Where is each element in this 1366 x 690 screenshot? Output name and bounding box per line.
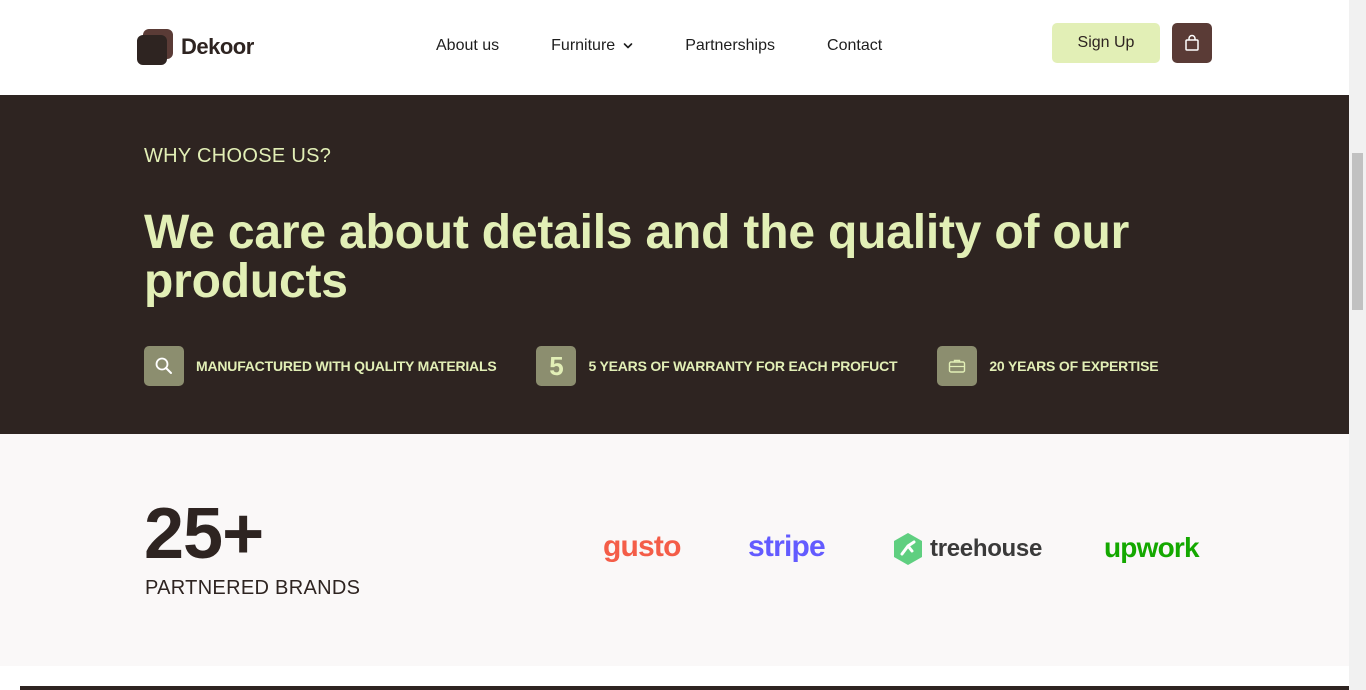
nav-about-us[interactable]: About us bbox=[436, 37, 499, 55]
feature-label: 20 YEARS OF EXPERTISE bbox=[989, 358, 1159, 374]
scrollbar-track[interactable] bbox=[1349, 0, 1366, 690]
gusto-logo: gusto bbox=[603, 530, 681, 563]
nav-furniture-label: Furniture bbox=[551, 37, 616, 54]
five-badge-icon: 5 bbox=[536, 346, 577, 386]
nav-contact-label: Contact bbox=[827, 37, 883, 54]
main-nav: About us Furniture Partnerships Contact bbox=[436, 37, 882, 55]
search-icon bbox=[144, 346, 184, 386]
briefcase-icon bbox=[937, 346, 978, 386]
treehouse-wordmark: treehouse bbox=[930, 535, 1043, 562]
partner-count-label: PARTNERED BRANDS bbox=[145, 577, 361, 599]
upwork-logo: upwork bbox=[1104, 532, 1200, 563]
partners-section: 25+ PARTNERED BRANDS gusto stripe treeho… bbox=[0, 434, 1349, 666]
partner-count: 25+ bbox=[144, 494, 264, 574]
stripe-logo: stripe bbox=[748, 530, 826, 563]
section-headline: We care about details and the quality of… bbox=[144, 206, 1130, 308]
nav-about-us-label: About us bbox=[436, 37, 500, 54]
nav-partnerships-label: Partnerships bbox=[685, 37, 776, 54]
why-choose-us-section: WHY CHOOSE US? We care about details and… bbox=[0, 95, 1349, 434]
feature-list: MANUFACTURED WITH QUALITY MATERIALS 5 5 … bbox=[144, 346, 1159, 386]
nav-furniture[interactable]: Furniture bbox=[551, 37, 633, 55]
cart-button[interactable] bbox=[1172, 23, 1212, 63]
next-section-border bbox=[20, 686, 1349, 690]
nav-partnerships[interactable]: Partnerships bbox=[685, 37, 775, 55]
feature-item: MANUFACTURED WITH QUALITY MATERIALS bbox=[144, 346, 497, 386]
site-header: Dekoor About us Furniture Partnerships C… bbox=[0, 0, 1349, 95]
shopping-bag-icon bbox=[1185, 34, 1199, 51]
scrollbar-thumb[interactable] bbox=[1352, 153, 1363, 310]
feature-item: 5 5 YEARS OF WARRANTY FOR EACH PROFUCT bbox=[536, 346, 898, 386]
treehouse-icon bbox=[894, 533, 922, 565]
logo[interactable]: Dekoor bbox=[137, 29, 254, 65]
nav-contact[interactable]: Contact bbox=[827, 37, 882, 55]
treehouse-logo: treehouse bbox=[892, 532, 1042, 566]
chevron-down-icon bbox=[623, 43, 633, 49]
feature-item: 20 YEARS OF EXPERTISE bbox=[937, 346, 1159, 386]
signup-button[interactable]: Sign Up bbox=[1052, 23, 1160, 63]
logo-text: Dekoor bbox=[181, 34, 254, 59]
logo-icon bbox=[137, 29, 173, 65]
feature-label: 5 YEARS OF WARRANTY FOR EACH PROFUCT bbox=[588, 358, 898, 374]
section-eyebrow: WHY CHOOSE US? bbox=[144, 145, 332, 167]
feature-label: MANUFACTURED WITH QUALITY MATERIALS bbox=[196, 358, 497, 374]
